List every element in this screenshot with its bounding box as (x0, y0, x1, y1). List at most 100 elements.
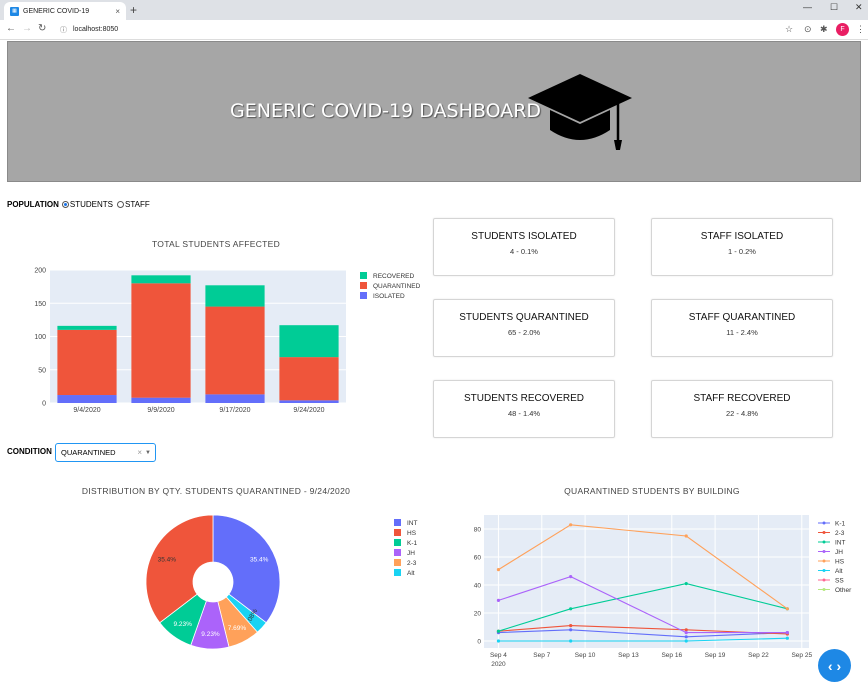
browser-tab-strip: ▦ GENERIC COVID-19 × + — ☐ ✕ (0, 0, 868, 20)
legend-marker (822, 569, 826, 572)
url-text: localhost:8050 (73, 26, 119, 33)
legend-marker (822, 578, 826, 582)
tab-title: GENERIC COVID-19 (23, 7, 90, 15)
card-staff-recovered: STAFF RECOVERED 22 - 4.8% (651, 380, 833, 438)
legend-label: QUARANTINED (373, 283, 421, 290)
card-students-recovered: STUDENTS RECOVERED 48 - 1.4% (433, 380, 615, 438)
bar-segment (131, 275, 191, 284)
card-value: 4 - 0.1% (510, 247, 538, 256)
dashboard-header: GENERIC COVID-19 DASHBOARD (7, 41, 861, 182)
data-point (569, 624, 573, 628)
address-bar[interactable]: ⓘ localhost:8050 (54, 22, 796, 37)
site-info-icon[interactable]: ⓘ (60, 25, 67, 35)
bar-chart: 0 50 100 150 200 9/4/2020 9/9/2020 9/17/2020 9/2… (34, 268, 421, 415)
kebab-menu-icon[interactable]: ⋮ (856, 24, 865, 35)
data-point (785, 607, 789, 611)
pie-slice-label: 7.69% (228, 625, 247, 632)
x-tick-label: 9/17/2020 (219, 407, 250, 414)
chevron-down-icon[interactable]: ▼ (145, 450, 151, 456)
bar-segment (57, 395, 117, 403)
y-tick-label: 150 (34, 301, 46, 308)
bar-segment (205, 285, 265, 307)
puzzle-icon[interactable]: ✱ (820, 24, 828, 35)
radio-label: STUDENTS (69, 200, 113, 209)
window-close-icon[interactable]: ✕ (855, 2, 863, 13)
y-tick-label: 20 (474, 611, 482, 618)
card-value: 65 - 2.0% (507, 328, 541, 337)
data-point (569, 639, 573, 643)
new-tab-button[interactable]: + (130, 3, 137, 17)
reload-icon[interactable]: ↻ (38, 23, 46, 34)
data-point (496, 568, 501, 572)
card-value: 11 - 2.4% (726, 328, 758, 337)
legend-label: Alt (407, 570, 415, 577)
pie-chart: 35.4%3.08%7.69%9.23%9.23%35.4%INTHSK-1JH… (145, 514, 418, 650)
bookmark-star-icon[interactable]: ☆ (785, 24, 793, 35)
tab-close-icon[interactable]: × (115, 7, 120, 16)
x-tick-label: Sep 4 (490, 652, 507, 659)
legend-label: 2-3 (407, 560, 417, 567)
card-staff-quarantined: STAFF QUARANTINED 11 - 2.4% (651, 299, 833, 357)
x-tick-label: Sep 10 (575, 652, 596, 659)
bar-segment (205, 306, 265, 395)
card-students-quarantined: STUDENTS QUARANTINED 65 - 2.0% (433, 299, 615, 357)
data-point (496, 629, 501, 633)
legend-label: JH (835, 549, 843, 556)
data-point (684, 639, 688, 643)
legend-swatch (360, 292, 367, 299)
back-arrow-icon[interactable]: ← (6, 23, 16, 34)
legend-label: JH (407, 550, 415, 557)
code-toggle-button[interactable]: ‹ › (818, 649, 851, 682)
legend-marker (822, 521, 826, 525)
bar-segment (131, 397, 191, 403)
radio-students[interactable]: STUDENTS (61, 200, 113, 209)
bar-segment (279, 325, 339, 358)
radio-unselected-icon[interactable] (116, 201, 124, 208)
data-point (684, 631, 688, 635)
minimize-icon[interactable]: — (803, 2, 812, 12)
data-point (785, 631, 789, 635)
extension-icon[interactable]: ⊙ (804, 24, 812, 35)
bar-segment (205, 394, 265, 403)
radio-selected-icon[interactable] (61, 201, 69, 208)
browser-tab[interactable]: ▦ GENERIC COVID-19 × (4, 2, 126, 20)
legend-marker (822, 559, 826, 563)
condition-value: QUARANTINED (61, 448, 116, 457)
legend-swatch (394, 549, 401, 556)
profile-avatar[interactable]: F (836, 23, 849, 36)
legend-swatch (394, 539, 401, 546)
card-value: 22 - 4.8% (725, 409, 759, 418)
legend-label: K-1 (407, 540, 418, 547)
legend-swatch (360, 272, 367, 279)
forward-arrow-icon[interactable]: → (22, 23, 32, 34)
x-tick-label: Sep 19 (705, 652, 726, 659)
x-tick-label: Sep 16 (661, 652, 682, 659)
clear-icon[interactable]: × (137, 448, 142, 457)
x-tick-label: Sep 22 (748, 652, 769, 659)
legend-swatch (394, 569, 401, 576)
data-point (785, 636, 789, 640)
bar-segment (131, 283, 191, 398)
radio-staff[interactable]: STAFF (116, 200, 150, 209)
legend-label: INT (407, 520, 418, 527)
legend-marker (822, 531, 826, 534)
maximize-icon[interactable]: ☐ (830, 2, 838, 13)
legend-label: K-1 (835, 521, 846, 528)
condition-dropdown[interactable]: QUARANTINED × ▼ (55, 443, 156, 462)
legend-label: ISOLATED (373, 293, 405, 300)
x-year-label: 2020 (491, 661, 506, 668)
data-point (684, 534, 688, 538)
data-point (684, 635, 688, 639)
legend-label: INT (835, 540, 846, 547)
legend-label: HS (407, 530, 417, 537)
card-title: STUDENTS ISOLATED (471, 231, 577, 242)
pie-chart-title: DISTRIBUTION BY QTY. STUDENTS QUARANTINE… (81, 486, 351, 496)
population-selector: POPULATION STUDENTS STAFF (7, 200, 154, 209)
bar-segment (57, 325, 117, 330)
data-point (684, 628, 688, 632)
legend-label: Other (835, 587, 852, 594)
y-tick-label: 0 (477, 639, 481, 646)
data-point (569, 575, 573, 579)
population-label: POPULATION (7, 200, 59, 209)
x-tick-label: Sep 25 (791, 652, 812, 659)
